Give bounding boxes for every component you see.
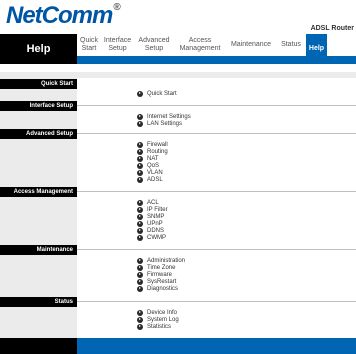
- arrow-bullet-icon: [137, 206, 143, 213]
- help-link-ddns[interactable]: DDNS: [137, 227, 164, 234]
- help-link-firmware[interactable]: Firmware: [137, 271, 172, 278]
- tab-advanced-setup[interactable]: Advanced Setup: [134, 34, 174, 56]
- help-link-statistics[interactable]: Statistics: [137, 323, 171, 330]
- arrow-bullet-icon: [137, 220, 143, 227]
- section-divider: [77, 191, 356, 192]
- content-top-bar: [77, 72, 356, 78]
- tab-status[interactable]: Status: [276, 34, 306, 56]
- footer: [0, 338, 356, 354]
- section-head-quick-start: Quick Start: [0, 79, 77, 89]
- help-link-quick-start[interactable]: Quick Start: [137, 90, 177, 97]
- help-link-lan-settings[interactable]: LAN Settings: [137, 120, 182, 127]
- help-link-snmp[interactable]: SNMP: [137, 213, 164, 220]
- footer-bar: [77, 338, 356, 354]
- arrow-bullet-icon: [137, 257, 143, 264]
- tab-access-management[interactable]: Access Management: [174, 34, 226, 56]
- arrow-bullet-icon: [137, 309, 143, 316]
- arrow-bullet-icon: [137, 264, 143, 271]
- header: NetComm® ADSL Router: [0, 0, 356, 34]
- footer-left-block: [0, 338, 77, 354]
- help-link-ip-filter[interactable]: IP Filter: [137, 206, 168, 213]
- tab-maintenance[interactable]: Maintenance: [226, 34, 276, 56]
- arrow-bullet-icon: [137, 141, 143, 148]
- section-head-status: Status: [0, 297, 77, 307]
- help-link-device-info[interactable]: Device Info: [137, 309, 177, 316]
- help-link-internet-settings[interactable]: Internet Settings: [137, 113, 191, 120]
- arrow-bullet-icon: [137, 176, 143, 183]
- section-head-interface-setup: Interface Setup: [0, 101, 77, 111]
- tab-interface-setup[interactable]: Interface Setup: [101, 34, 134, 56]
- arrow-bullet-icon: [137, 227, 143, 234]
- arrow-bullet-icon: [137, 213, 143, 220]
- arrow-bullet-icon: [137, 113, 143, 120]
- section-head-maintenance: Maintenance: [0, 245, 77, 255]
- arrow-bullet-icon: [137, 316, 143, 323]
- arrow-bullet-icon: [137, 285, 143, 292]
- nav-row: Help Quick Start Interface Setup Advance…: [0, 34, 356, 64]
- arrow-bullet-icon: [137, 169, 143, 176]
- help-link-sysrestart[interactable]: SysRestart: [137, 278, 176, 285]
- tab-quick-start[interactable]: Quick Start: [77, 34, 101, 56]
- help-link-cwmp[interactable]: CWMP: [137, 234, 166, 241]
- netcomm-logo: NetComm®: [6, 2, 121, 29]
- arrow-bullet-icon: [137, 120, 143, 127]
- help-link-vlan[interactable]: VLAN: [137, 169, 163, 176]
- tab-underline-bar: [77, 56, 356, 64]
- section-divider: [77, 249, 356, 250]
- main-tabs: Quick Start Interface Setup Advanced Set…: [77, 34, 356, 64]
- arrow-bullet-icon: [137, 90, 143, 97]
- arrow-bullet-icon: [137, 271, 143, 278]
- help-link-upnp[interactable]: UPnP: [137, 220, 163, 227]
- arrow-bullet-icon: [137, 155, 143, 162]
- model-name: ADSL Router: [310, 25, 354, 32]
- help-link-diagnostics[interactable]: Diagnostics: [137, 285, 178, 292]
- help-link-time-zone[interactable]: Time Zone: [137, 264, 175, 271]
- page-title: Help: [0, 34, 77, 64]
- arrow-bullet-icon: [137, 148, 143, 155]
- section-divider: [77, 105, 356, 106]
- arrow-bullet-icon: [137, 199, 143, 206]
- section-head-advanced-setup: Advanced Setup: [0, 129, 77, 139]
- help-link-system-log[interactable]: System Log: [137, 316, 179, 323]
- arrow-bullet-icon: [137, 323, 143, 330]
- help-link-acl[interactable]: ACL: [137, 199, 159, 206]
- help-link-administration[interactable]: Administration: [137, 257, 185, 264]
- help-link-qos[interactable]: QoS: [137, 162, 159, 169]
- arrow-bullet-icon: [137, 162, 143, 169]
- arrow-bullet-icon: [137, 234, 143, 241]
- section-divider: [77, 301, 356, 302]
- help-link-adsl[interactable]: ADSL: [137, 176, 163, 183]
- arrow-bullet-icon: [137, 278, 143, 285]
- section-head-access-management: Access Management: [0, 187, 77, 197]
- help-link-nat[interactable]: NAT: [137, 155, 159, 162]
- help-link-firewall[interactable]: Firewall: [137, 141, 168, 148]
- help-link-routing[interactable]: Routing: [137, 148, 168, 155]
- section-divider: [77, 133, 356, 134]
